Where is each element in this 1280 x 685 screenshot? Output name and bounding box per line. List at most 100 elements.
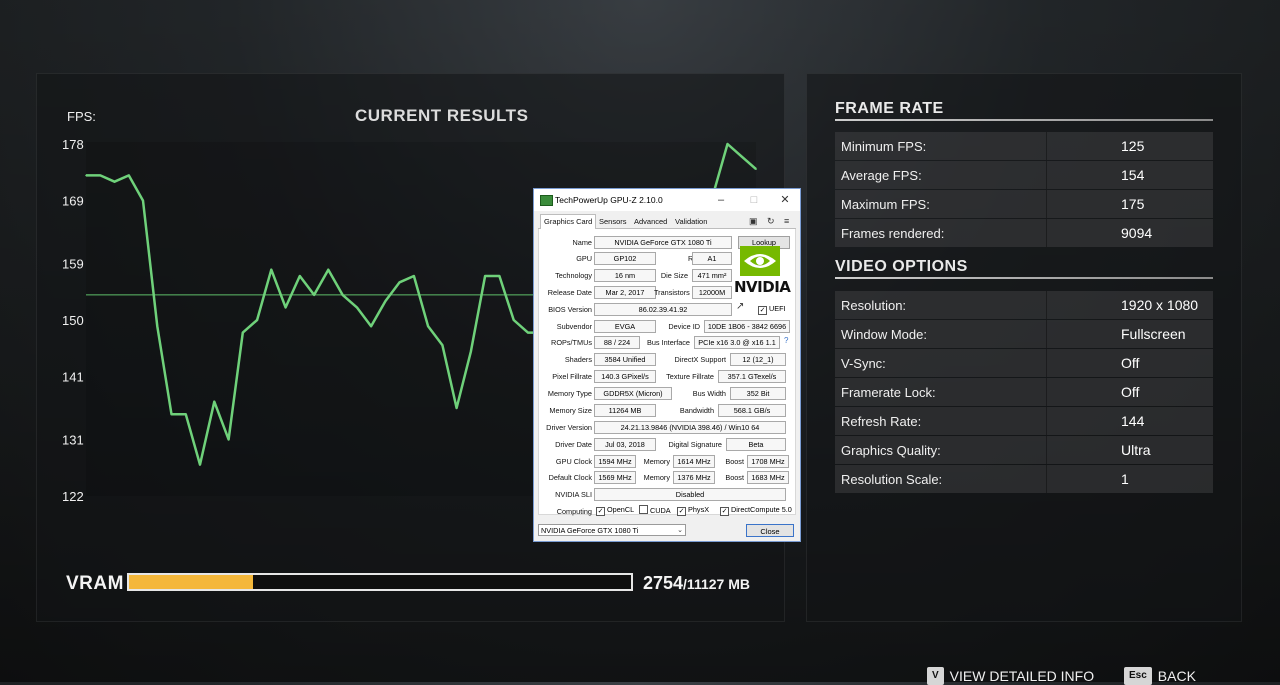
video-option-value: Off	[1121, 355, 1140, 371]
value-driver-date: Jul 03, 2018	[594, 438, 656, 451]
uefi-check-icon: ✓	[758, 306, 767, 315]
gpu-select-dropdown[interactable]: NVIDIA GeForce GTX 1080 Ti ⌄	[538, 524, 686, 536]
fps-data-point	[85, 174, 87, 177]
value-default-boost: 1683 MHz	[747, 471, 789, 484]
value-gpu-clock: 1594 MHz	[594, 455, 636, 468]
fps-data-point	[142, 199, 144, 202]
vram-bar-fill	[129, 575, 254, 589]
label-transistors: Transistors	[654, 288, 690, 297]
label-digital-signature: Digital Signature	[668, 440, 722, 449]
share-icon[interactable]: ↗	[736, 301, 744, 312]
fps-data-point	[213, 400, 216, 403]
checkbox-icon	[639, 505, 648, 514]
value-memory-size: 11264 MB	[594, 404, 656, 417]
value-nvidia-sli: Disabled	[594, 488, 786, 501]
label-computing: Computing	[556, 507, 592, 516]
y-tick-label: 178	[62, 137, 84, 152]
video-option-row: Resolution: 1920 x 1080	[835, 291, 1213, 319]
video-options-divider	[835, 277, 1213, 279]
frame-rate-row: Average FPS: 154	[835, 161, 1213, 189]
label-nvidia-sli: NVIDIA SLI	[555, 490, 592, 499]
tab-sensors[interactable]: Sensors	[596, 216, 630, 228]
tab-validation[interactable]: Validation	[672, 216, 710, 228]
uefi-checkbox[interactable]: ✓ UEFI	[758, 304, 786, 315]
y-tick-label: 150	[62, 313, 84, 328]
computing-label: CUDA	[650, 506, 671, 515]
label-driver-version: Driver Version	[546, 423, 592, 432]
fps-data-point	[299, 275, 301, 277]
frame-rate-label: Frames rendered:	[841, 226, 945, 241]
value-device-id: 10DE 1B06 - 3842 6696	[704, 320, 790, 333]
label-bus-width: Bus Width	[692, 389, 726, 398]
menu-icon[interactable]: ≡	[784, 216, 789, 226]
camera-icon[interactable]: ▣	[749, 216, 758, 227]
label-default-clock: Default Clock	[548, 473, 592, 482]
frame-rate-label: Average FPS:	[841, 168, 922, 183]
fps-data-point	[755, 168, 757, 170]
vram-usage: 2754/11127 MB	[643, 573, 750, 594]
close-icon[interactable]: ✕	[774, 192, 796, 208]
computing-checkbox-directcompute-5-0[interactable]: ✓ DirectCompute 5.0	[720, 505, 792, 516]
nvidia-wordmark: NVIDIA	[734, 278, 791, 296]
fps-data-point	[470, 350, 472, 353]
value-bios-version: 86.02.39.41.92	[594, 303, 732, 316]
value-die-size: 471 mm²	[692, 269, 732, 282]
tab-advanced[interactable]: Advanced	[631, 216, 670, 228]
video-option-row: V-Sync: Off	[835, 349, 1213, 377]
back-button[interactable]: Esc BACK	[1124, 667, 1196, 685]
gpuz-window[interactable]: TechPowerUp GPU-Z 2.10.0 – □ ✕ Graphics …	[533, 188, 801, 542]
video-option-label: Refresh Rate:	[841, 414, 922, 429]
maximize-icon[interactable]: □	[743, 192, 765, 208]
view-detailed-info-button[interactable]: V VIEW DETAILED INFO	[927, 667, 1094, 685]
value-gpu-boost: 1708 MHz	[747, 455, 789, 468]
computing-checkbox-physx[interactable]: ✓ PhysX	[677, 505, 709, 516]
computing-checkbox-cuda[interactable]: CUDA	[639, 505, 671, 515]
key-esc-icon: Esc	[1124, 667, 1152, 685]
fps-data-point	[156, 325, 159, 328]
value-default-memory: 1376 MHz	[673, 471, 715, 484]
fps-data-point	[341, 294, 344, 296]
y-tick-label: 141	[62, 370, 84, 385]
label-gpu-clock: GPU Clock	[555, 457, 592, 466]
computing-checkbox-opencl[interactable]: ✓ OpenCL	[596, 505, 634, 516]
label-pixel-fillrate: Pixel Fillrate	[552, 372, 592, 381]
value-memory-type: GDDR5X (Micron)	[594, 387, 672, 400]
fps-data-point	[740, 155, 743, 158]
value-name: NVIDIA GeForce GTX 1080 Ti	[594, 236, 732, 249]
fps-data-point	[384, 300, 387, 302]
value-bus-interface: PCIe x16 3.0 @ x16 1.1	[694, 336, 780, 349]
close-button[interactable]: Close	[746, 524, 794, 537]
label-device-id: Device ID	[668, 322, 700, 331]
frame-rate-title: FRAME RATE	[835, 100, 944, 117]
frame-rate-row: Frames rendered: 9094	[835, 219, 1213, 247]
gpuz-app-icon	[540, 195, 553, 206]
label-directx-support: DirectX Support	[674, 355, 726, 364]
value-default-clock: 1569 MHz	[594, 471, 636, 484]
tab-graphics-card[interactable]: Graphics Card	[540, 214, 597, 229]
frame-rate-row: Maximum FPS: 175	[835, 190, 1213, 218]
video-option-row: Framerate Lock: Off	[835, 378, 1213, 406]
help-icon[interactable]: ?	[784, 336, 788, 345]
video-option-row: Window Mode: Fullscreen	[835, 320, 1213, 348]
gpuz-titlebar[interactable]: TechPowerUp GPU-Z 2.10.0 – □ ✕	[534, 189, 800, 211]
fps-data-point	[398, 281, 401, 284]
fps-data-point	[726, 143, 729, 145]
video-option-value: Ultra	[1121, 442, 1151, 458]
label-gpu: GPU	[576, 254, 592, 263]
label-gpu-boost: Boost	[725, 457, 744, 466]
label-default-memory: Memory	[643, 473, 670, 482]
fps-data-point	[413, 275, 415, 277]
video-option-value: 144	[1121, 413, 1145, 429]
video-option-row: Resolution Scale: 1	[835, 465, 1213, 493]
refresh-icon[interactable]: ↻	[767, 216, 775, 227]
video-option-row: Refresh Rate: 144	[835, 407, 1213, 435]
vram-label: VRAM	[66, 573, 124, 594]
frame-rate-value: 9094	[1121, 225, 1153, 241]
video-option-value: 1920 x 1080	[1121, 297, 1199, 313]
value-rops-tmus: 88 / 224	[594, 336, 640, 349]
key-v-icon: V	[927, 667, 944, 685]
value-shaders: 3584 Unified	[594, 353, 656, 366]
minimize-icon[interactable]: –	[710, 192, 732, 208]
label-default-boost: Boost	[725, 473, 744, 482]
value-revision: A1	[692, 252, 732, 265]
